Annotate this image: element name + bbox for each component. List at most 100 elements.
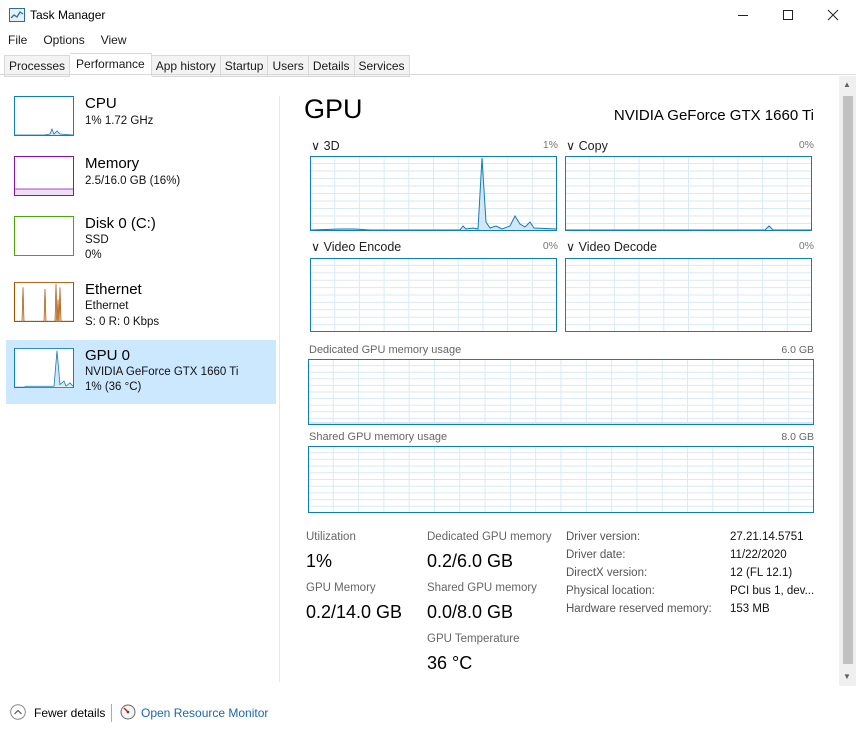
driver-version-value: 27.21.14.5751 (730, 531, 804, 543)
close-button[interactable] (810, 0, 856, 30)
gpu-memory-label: GPU Memory (306, 582, 376, 594)
utilization-value: 1% (306, 551, 333, 571)
graph-dedicated-memory (308, 359, 814, 425)
ethernet-thumbnail (14, 282, 74, 322)
physical-location-value: PCI bus 1, dev... (730, 585, 815, 597)
engine-copy-selector[interactable]: ∨ Copy (566, 138, 608, 153)
disk-thumbnail (14, 216, 74, 256)
shared-gpu-memory-value: 0.0/8.0 GB (427, 602, 514, 622)
graph-shared-memory (308, 446, 814, 513)
directx-version-value: 12 (FL 12.1) (730, 567, 793, 579)
dedicated-memory-label: Dedicated GPU memory usage (309, 344, 462, 356)
chevron-down-icon: ∨ (311, 139, 321, 153)
sidebar-memory-usage: 2.5/16.0 GB (16%) (85, 175, 181, 187)
sidebar-item-cpu[interactable]: CPU 1% 1.72 GHz (6, 90, 276, 154)
maximize-button[interactable] (765, 0, 811, 30)
engine-3d-pct: 1% (542, 139, 558, 151)
tab-divider (0, 74, 856, 75)
menu-options[interactable]: Options (35, 31, 92, 49)
gpu-thumbnail (14, 348, 74, 388)
sidebar-disk-type: SSD (85, 234, 109, 246)
directx-version-label: DirectX version: (566, 567, 648, 579)
minimize-button[interactable] (720, 0, 766, 30)
engine-3d-label: 3D (323, 139, 340, 153)
chevron-up-circle-icon (10, 704, 26, 720)
graph-grid (565, 258, 812, 332)
scroll-up-arrow-icon[interactable]: ▲ (841, 80, 853, 92)
sidebar-gpu-usage: 1% (36 °C) (85, 381, 142, 393)
gpu-model-name: NVIDIA GeForce GTX 1660 Ti (613, 107, 814, 124)
task-manager-icon (9, 8, 25, 22)
sidebar-divider (279, 96, 280, 682)
sidebar-ethernet-adapter: Ethernet (85, 300, 129, 312)
engine-copy-label: Copy (578, 139, 608, 153)
gpu-temperature-label: GPU Temperature (427, 633, 520, 645)
engine-video-encode-pct: 0% (542, 240, 558, 252)
sidebar-ethernet-title: Ethernet (85, 281, 142, 298)
engine-video-decode-pct: 0% (798, 240, 814, 252)
graph-copy (565, 156, 812, 231)
shared-gpu-memory-label: Shared GPU memory (427, 582, 537, 594)
sidebar-item-gpu[interactable]: GPU 0 NVIDIA GeForce GTX 1660 Ti 1% (36 … (6, 340, 276, 404)
menu-view[interactable]: View (93, 31, 135, 49)
sidebar-item-ethernet[interactable]: Ethernet Ethernet S: 0 R: 0 Kbps (6, 276, 276, 340)
gpu-temperature-value: 36 °C (427, 653, 473, 673)
tab-performance[interactable]: Performance (70, 53, 152, 76)
engine-video-decode-label: Video Decode (578, 240, 657, 254)
driver-date-label: Driver date: (566, 549, 626, 561)
graph-grid (310, 258, 557, 332)
fewer-details-label: Fewer details (34, 706, 106, 720)
shared-memory-max: 8.0 GB (781, 431, 814, 443)
minimize-icon (738, 15, 748, 16)
chevron-down-icon: ∨ (311, 240, 321, 254)
graph-video-encode (310, 258, 557, 332)
gpu-memory-value: 0.2/14.0 GB (306, 602, 403, 622)
graph-grid (308, 359, 814, 425)
dedicated-gpu-memory-label: Dedicated GPU memory (427, 531, 552, 543)
dedicated-memory-max: 6.0 GB (781, 344, 814, 356)
tab-strip: Processes Performance App history Startu… (4, 53, 410, 77)
footer-bar: Fewer details Open Resource Monitor (0, 690, 856, 737)
graph-grid (308, 446, 814, 513)
memory-thumbnail (14, 156, 74, 196)
dedicated-gpu-memory-value: 0.2/6.0 GB (427, 551, 514, 571)
engine-video-decode-selector[interactable]: ∨ Video Decode (566, 239, 657, 254)
hardware-reserved-memory-value: 153 MB (730, 603, 770, 615)
graph-video-decode (565, 258, 812, 332)
menu-file[interactable]: File (0, 31, 35, 49)
chevron-down-icon: ∨ (566, 139, 576, 153)
hardware-reserved-memory-label: Hardware reserved memory: (566, 603, 712, 615)
sidebar-memory-title: Memory (85, 155, 140, 172)
engine-video-encode-selector[interactable]: ∨ Video Encode (311, 239, 401, 254)
open-resource-monitor-label: Open Resource Monitor (141, 706, 269, 720)
chevron-down-icon: ∨ (566, 240, 576, 254)
graph-3d (310, 156, 557, 231)
shared-memory-label: Shared GPU memory usage (309, 431, 448, 443)
sidebar-item-memory[interactable]: Memory 2.5/16.0 GB (16%) (6, 150, 276, 214)
sidebar-gpu-model: NVIDIA GeForce GTX 1660 Ti (85, 366, 239, 378)
sidebar-ethernet-throughput: S: 0 R: 0 Kbps (85, 316, 160, 328)
sidebar-cpu-usage: 1% 1.72 GHz (85, 115, 154, 127)
graph-grid (310, 156, 557, 231)
resource-monitor-icon (120, 704, 136, 720)
sidebar-cpu-title: CPU (85, 95, 117, 112)
engine-3d-selector[interactable]: ∨ 3D (311, 138, 340, 153)
driver-date-value: 11/22/2020 (730, 549, 787, 561)
sidebar-item-disk[interactable]: Disk 0 (C:) SSD 0% (6, 210, 276, 274)
sidebar-disk-usage: 0% (85, 249, 102, 261)
driver-version-label: Driver version: (566, 531, 641, 543)
graph-grid (565, 156, 812, 231)
close-icon (827, 9, 839, 21)
page-title: GPU (304, 94, 363, 124)
scroll-down-arrow-icon[interactable]: ▼ (841, 672, 853, 684)
footer-divider (111, 704, 112, 722)
engine-video-encode-label: Video Encode (323, 240, 402, 254)
cpu-thumbnail (14, 96, 74, 136)
sidebar-gpu-title: GPU 0 (85, 347, 131, 364)
title-bar: Task Manager (0, 0, 856, 30)
scrollbar-thumb[interactable] (843, 96, 853, 664)
physical-location-label: Physical location: (566, 585, 655, 597)
utilization-label: Utilization (306, 531, 356, 543)
sidebar-disk-title: Disk 0 (C:) (85, 215, 156, 232)
window-title: Task Manager (30, 8, 106, 22)
